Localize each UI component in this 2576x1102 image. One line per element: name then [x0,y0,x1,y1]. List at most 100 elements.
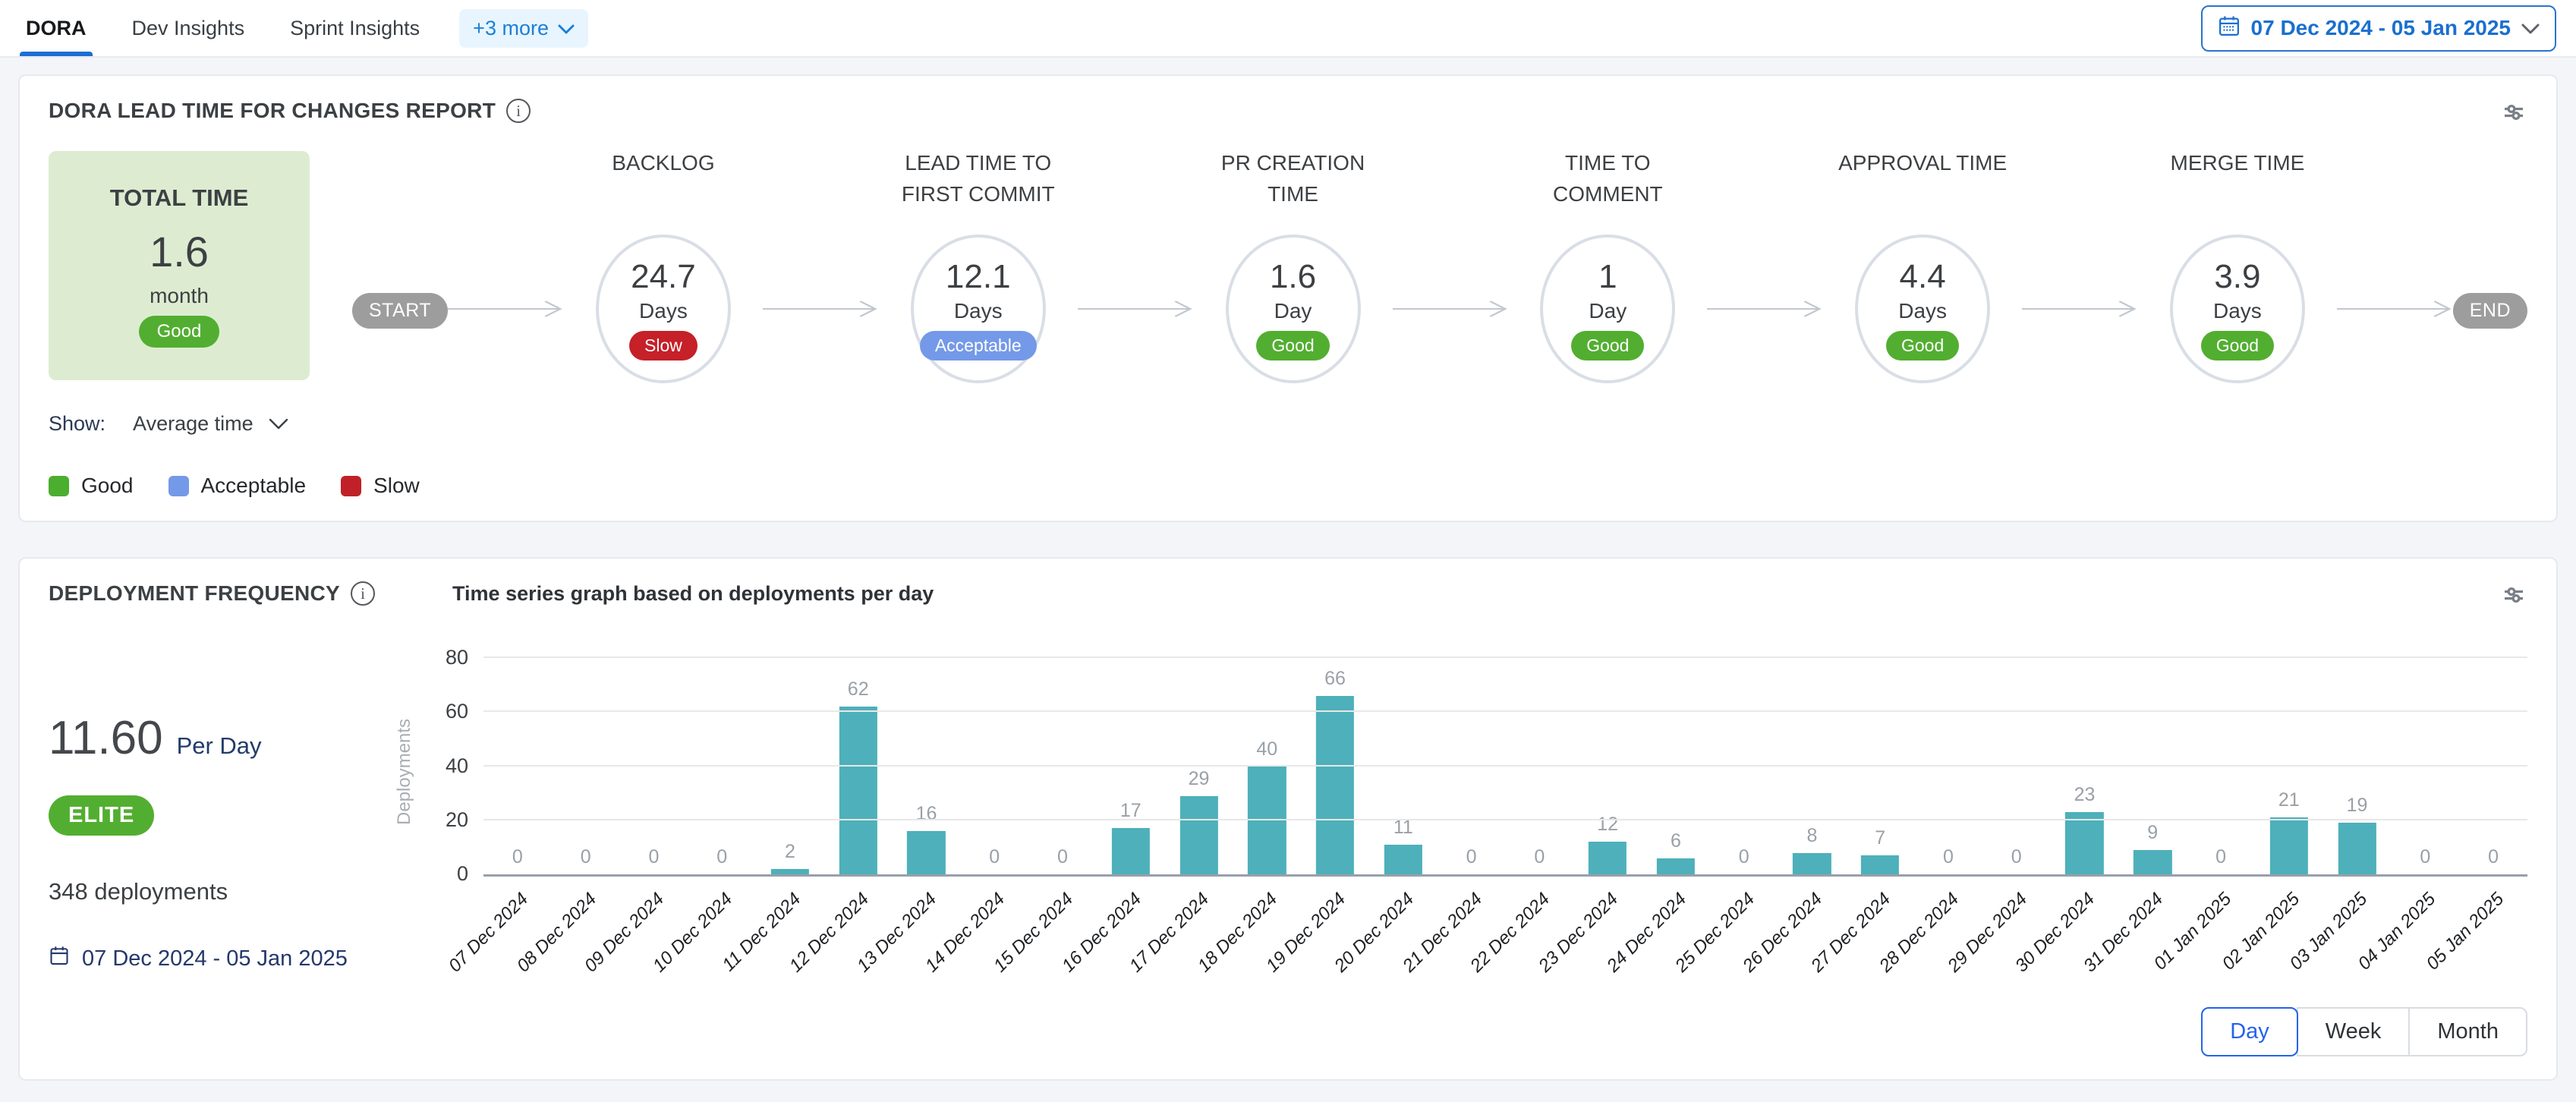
status-badge: Good [2201,331,2274,361]
total-time-title: TOTAL TIME [110,184,249,212]
deployment-bar[interactable] [1384,845,1422,874]
lead-time-card: DORA LEAD TIME FOR CHANGES REPORT i TOTA… [18,74,2558,522]
deployment-bar[interactable] [1112,828,1150,874]
stage-unit: Days [2213,299,2262,323]
bar-value-label: 0 [2187,846,2255,868]
deployment-bar[interactable] [1316,696,1354,874]
acceptable-swatch-icon [168,476,189,496]
stage-circle[interactable]: 24.7 Days Slow [596,235,731,383]
info-icon[interactable]: i [351,581,375,606]
deployment-bar[interactable] [1589,842,1627,874]
deployment-bar[interactable] [1179,796,1217,874]
tab-sprint-insights[interactable]: Sprint Insights [284,0,426,56]
deployment-bar[interactable] [1793,853,1831,875]
bar-slot: 0 [2187,658,2255,874]
deployment-stats: 11.60 Per Day ELITE 348 deployments [49,620,394,1056]
page-content: DORA LEAD TIME FOR CHANGES REPORT i TOTA… [0,58,2576,1081]
deployment-bar[interactable] [839,707,877,874]
stage-label: BACKLOG [612,143,714,235]
stage-value: 4.4 [1900,258,1946,296]
total-time-status-badge: Good [139,316,220,348]
stage-unit: Days [954,299,1003,323]
bar-slot: 17 [1097,658,1165,874]
bar-value-label: 62 [824,679,893,701]
bar-slot: 62 [824,658,893,874]
deployment-bar[interactable] [2338,823,2376,874]
bar-slot: 16 [893,658,961,874]
x-tick-slot: 05 Jan 2025 [2459,877,2527,997]
bar-value-label: 0 [483,846,552,868]
deployment-chart-bars: 0000262160017294066110012608700239021190… [483,658,2527,874]
bar-slot: 0 [620,658,688,874]
sliders-icon[interactable] [2500,581,2527,612]
top-tab-bar: DORA Dev Insights Sprint Insights +3 mor… [0,0,2576,58]
status-badge: Acceptable [920,331,1037,361]
stage-circle[interactable]: 4.4 Days Good [1855,235,1990,383]
flow-end-node: END [2453,293,2527,329]
stage-value: 12.1 [946,258,1011,296]
chevron-down-icon[interactable] [269,412,288,436]
bar-value-label: 0 [960,846,1028,868]
granularity-week-button[interactable]: Week [2297,1007,2411,1056]
legend-label: Acceptable [201,474,307,498]
stage-circle[interactable]: 1 Day Good [1540,235,1675,383]
sliders-icon[interactable] [2500,99,2527,130]
deployment-bar[interactable] [2134,850,2171,874]
stage-circle[interactable]: 1.6 Day Good [1226,235,1361,383]
deployment-bar[interactable] [907,831,945,874]
good-swatch-icon [49,476,69,496]
deployment-bar[interactable] [2270,817,2308,874]
granularity-day-button[interactable]: Day [2201,1007,2298,1056]
more-tabs-button[interactable]: +3 more [459,9,588,48]
gridline [483,710,2527,712]
bar-slot: 0 [688,658,756,874]
bar-value-label: 21 [2255,789,2323,811]
show-label: Show: [49,412,105,436]
legend-label: Slow [373,474,420,498]
bar-slot: 40 [1233,658,1301,874]
total-time-unit: month [150,284,209,308]
flow-arrow-icon [1393,300,1509,318]
date-range-picker[interactable]: 07 Dec 2024 - 05 Jan 2025 [2201,5,2556,52]
deployment-bar[interactable] [1657,858,1695,874]
deployment-count: 348 deployments [49,878,394,905]
bar-slot: 0 [483,658,552,874]
status-badge: Good [1571,331,1644,361]
calendar-icon [49,945,70,972]
bar-value-label: 0 [2459,846,2527,868]
deployment-bar[interactable] [771,869,809,874]
deployment-bar[interactable] [1861,855,1899,874]
granularity-month-button[interactable]: Month [2408,1007,2527,1056]
flow-arrow-icon [448,300,564,318]
bar-value-label: 7 [1846,827,1914,849]
bar-value-label: 19 [2323,795,2392,817]
stage-value: 1 [1598,258,1617,296]
show-dropdown[interactable]: Average time [133,412,254,436]
info-icon[interactable]: i [506,99,531,123]
stage-unit: Day [1589,299,1627,323]
bar-value-label: 6 [1642,830,1710,852]
tab-dev-insights[interactable]: Dev Insights [126,0,251,56]
stage-time-to-comment: TIME TO COMMENT 1 Day Good [1508,143,1707,383]
y-tick-label: 0 [420,862,468,886]
status-badge: Good [1256,331,1329,361]
tab-dora[interactable]: DORA [20,0,93,56]
bar-value-label: 0 [2391,846,2459,868]
more-tabs-label: +3 more [473,17,549,40]
y-tick-label: 20 [420,808,468,832]
deployment-bar[interactable] [1248,767,1286,875]
bar-value-label: 0 [1710,846,1778,868]
bar-slot: 0 [1982,658,2051,874]
stage-circle[interactable]: 12.1 Days Acceptable [911,235,1046,383]
stage-unit: Day [1274,299,1312,323]
deployment-bar[interactable] [2065,812,2103,874]
slow-swatch-icon [341,476,361,496]
y-tick-label: 40 [420,754,468,778]
bar-slot: 2 [756,658,824,874]
stage-merge-time: MERGE TIME 3.9 Days Good [2138,143,2337,383]
stage-label: TIME TO COMMENT [1508,143,1707,235]
bar-slot: 0 [1710,658,1778,874]
chart-subtitle: Time series graph based on deployments p… [452,582,934,606]
stage-circle[interactable]: 3.9 Days Good [2170,235,2305,383]
bar-slot: 0 [2391,658,2459,874]
